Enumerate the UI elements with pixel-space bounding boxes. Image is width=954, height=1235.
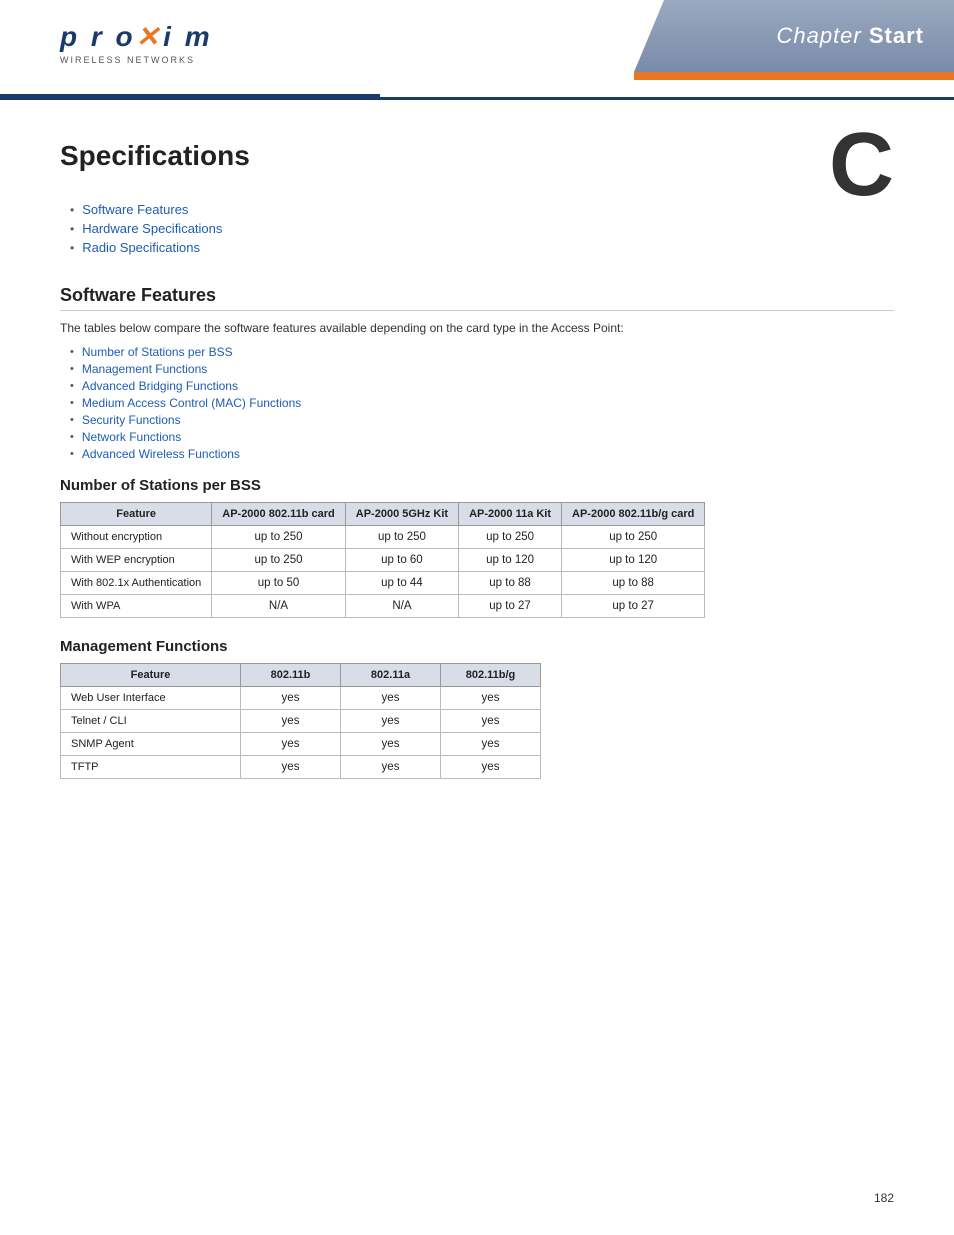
table-row: SNMP Agent yes yes yes bbox=[61, 733, 541, 756]
bss-row1-feature: With WEP encryption bbox=[61, 549, 212, 572]
sub-link-security[interactable]: Security Functions bbox=[82, 413, 181, 427]
bss-row0-col1: up to 250 bbox=[212, 526, 346, 549]
bss-table: Feature AP-2000 802.11b card AP-2000 5GH… bbox=[60, 502, 705, 618]
mgmt-col-80211a: 802.11a bbox=[341, 664, 441, 687]
chapter-text: Chapter Start bbox=[776, 23, 924, 49]
bss-table-heading: Number of Stations per BSS bbox=[60, 477, 894, 494]
mgmt-table-header-row: Feature 802.11b 802.11a 802.11b/g bbox=[61, 664, 541, 687]
mgmt-col-80211bg: 802.11b/g bbox=[441, 664, 541, 687]
software-features-desc: The tables below compare the software fe… bbox=[60, 321, 894, 335]
table-row: Telnet / CLI yes yes yes bbox=[61, 710, 541, 733]
sub-link-bss[interactable]: Number of Stations per BSS bbox=[82, 345, 233, 359]
sub-item-bridging: Advanced Bridging Functions bbox=[70, 379, 894, 393]
bss-row2-col2: up to 44 bbox=[345, 572, 458, 595]
bss-row3-col2: N/A bbox=[345, 595, 458, 618]
bss-row0-col2: up to 250 bbox=[345, 526, 458, 549]
mgmt-row3-col3: yes bbox=[441, 756, 541, 779]
table-row: With WPA N/A N/A up to 27 up to 27 bbox=[61, 595, 705, 618]
software-features-heading: Software Features bbox=[60, 285, 894, 311]
bss-row1-col2: up to 60 bbox=[345, 549, 458, 572]
mgmt-col-80211b: 802.11b bbox=[241, 664, 341, 687]
header-blue-line bbox=[0, 94, 380, 97]
mgmt-row2-col1: yes bbox=[241, 733, 341, 756]
mgmt-table: Feature 802.11b 802.11a 802.11b/g Web Us… bbox=[60, 663, 541, 779]
sub-link-mac[interactable]: Medium Access Control (MAC) Functions bbox=[82, 396, 301, 410]
sub-link-bridging[interactable]: Advanced Bridging Functions bbox=[82, 379, 238, 393]
chapter-badge: Chapter Start bbox=[634, 0, 954, 80]
table-row: Without encryption up to 250 up to 250 u… bbox=[61, 526, 705, 549]
mgmt-row1-col3: yes bbox=[441, 710, 541, 733]
bss-col-11a: AP-2000 11a Kit bbox=[459, 503, 562, 526]
mgmt-row2-col2: yes bbox=[341, 733, 441, 756]
sub-item-bss: Number of Stations per BSS bbox=[70, 345, 894, 359]
toc-item-radio: Radio Specifications bbox=[70, 240, 894, 255]
page-header: p r o✕i m WIRELESS NETWORKS Chapter Star… bbox=[0, 0, 954, 100]
toc-list: Software Features Hardware Specification… bbox=[70, 202, 894, 255]
mgmt-row2-col3: yes bbox=[441, 733, 541, 756]
mgmt-row2-feature: SNMP Agent bbox=[61, 733, 241, 756]
chapter-orange-bar bbox=[634, 72, 954, 80]
bss-row1-col1: up to 250 bbox=[212, 549, 346, 572]
logo-area: p r o✕i m WIRELESS NETWORKS bbox=[60, 20, 280, 65]
bss-row3-col4: up to 27 bbox=[562, 595, 705, 618]
bss-row0-col3: up to 250 bbox=[459, 526, 562, 549]
toc-item-hardware: Hardware Specifications bbox=[70, 221, 894, 236]
bss-row1-col4: up to 120 bbox=[562, 549, 705, 572]
mgmt-table-heading: Management Functions bbox=[60, 638, 894, 655]
logo-subtitle: WIRELESS NETWORKS bbox=[60, 55, 280, 65]
toc-link-hardware[interactable]: Hardware Specifications bbox=[82, 221, 222, 236]
bss-row2-feature: With 802.1x Authentication bbox=[61, 572, 212, 595]
mgmt-col-feature: Feature bbox=[61, 664, 241, 687]
software-sub-list: Number of Stations per BSS Management Fu… bbox=[70, 345, 894, 461]
mgmt-row0-col1: yes bbox=[241, 687, 341, 710]
table-row: TFTP yes yes yes bbox=[61, 756, 541, 779]
bss-row2-col1: up to 50 bbox=[212, 572, 346, 595]
header-bar: p r o✕i m WIRELESS NETWORKS Chapter Star… bbox=[0, 0, 954, 100]
mgmt-row1-col1: yes bbox=[241, 710, 341, 733]
mgmt-row3-feature: TFTP bbox=[61, 756, 241, 779]
bss-row2-col4: up to 88 bbox=[562, 572, 705, 595]
chapter-letter: C bbox=[829, 120, 894, 210]
bss-col-feature: Feature bbox=[61, 503, 212, 526]
sub-item-security: Security Functions bbox=[70, 413, 894, 427]
mgmt-row3-col1: yes bbox=[241, 756, 341, 779]
toc-link-radio[interactable]: Radio Specifications bbox=[82, 240, 200, 255]
mgmt-row0-col3: yes bbox=[441, 687, 541, 710]
bss-table-header-row: Feature AP-2000 802.11b card AP-2000 5GH… bbox=[61, 503, 705, 526]
page-content: C Specifications Software Features Hardw… bbox=[0, 100, 954, 859]
sub-link-network[interactable]: Network Functions bbox=[82, 430, 181, 444]
bss-col-80211bg: AP-2000 802.11b/g card bbox=[562, 503, 705, 526]
sub-item-network: Network Functions bbox=[70, 430, 894, 444]
bss-col-80211b: AP-2000 802.11b card bbox=[212, 503, 346, 526]
sub-item-mgmt: Management Functions bbox=[70, 362, 894, 376]
toc-item-software: Software Features bbox=[70, 202, 894, 217]
table-row: Web User Interface yes yes yes bbox=[61, 687, 541, 710]
sub-link-mgmt[interactable]: Management Functions bbox=[82, 362, 207, 376]
mgmt-row0-feature: Web User Interface bbox=[61, 687, 241, 710]
bss-row2-col3: up to 88 bbox=[459, 572, 562, 595]
table-row: With 802.1x Authentication up to 50 up t… bbox=[61, 572, 705, 595]
page-title: Specifications bbox=[60, 140, 894, 172]
bss-row3-col1: N/A bbox=[212, 595, 346, 618]
bss-row1-col3: up to 120 bbox=[459, 549, 562, 572]
chapter-banner: Chapter Start bbox=[634, 0, 954, 72]
sub-item-mac: Medium Access Control (MAC) Functions bbox=[70, 396, 894, 410]
bss-row3-feature: With WPA bbox=[61, 595, 212, 618]
mgmt-row1-col2: yes bbox=[341, 710, 441, 733]
bss-row3-col3: up to 27 bbox=[459, 595, 562, 618]
bss-row0-col4: up to 250 bbox=[562, 526, 705, 549]
mgmt-row3-col2: yes bbox=[341, 756, 441, 779]
proxim-logo: p r o✕i m bbox=[60, 20, 280, 53]
bss-row0-feature: Without encryption bbox=[61, 526, 212, 549]
toc-link-software[interactable]: Software Features bbox=[82, 202, 188, 217]
table-row: With WEP encryption up to 250 up to 60 u… bbox=[61, 549, 705, 572]
sub-item-wireless: Advanced Wireless Functions bbox=[70, 447, 894, 461]
mgmt-row0-col2: yes bbox=[341, 687, 441, 710]
sub-link-wireless[interactable]: Advanced Wireless Functions bbox=[82, 447, 240, 461]
mgmt-row1-feature: Telnet / CLI bbox=[61, 710, 241, 733]
bss-col-5ghz: AP-2000 5GHz Kit bbox=[345, 503, 458, 526]
page-number: 182 bbox=[874, 1191, 894, 1205]
